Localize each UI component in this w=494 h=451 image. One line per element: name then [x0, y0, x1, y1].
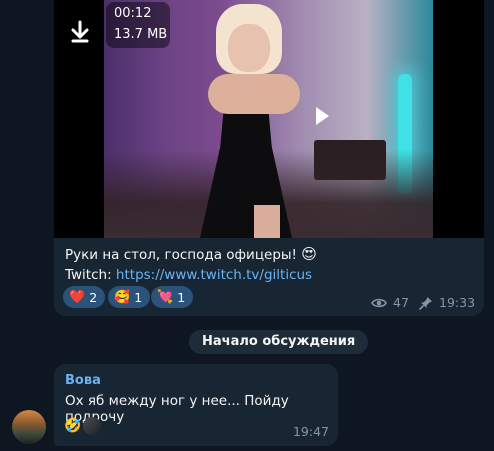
views-count: 47: [393, 295, 409, 310]
discussion-start-label: Начало обсуждения: [189, 330, 369, 354]
twitch-link[interactable]: https://www.twitch.tv/gilticus: [116, 267, 312, 283]
download-arrow-icon[interactable]: [62, 10, 98, 50]
reply-author[interactable]: Вова: [65, 373, 101, 388]
figure-legs: [254, 205, 280, 238]
play-icon[interactable]: [316, 107, 329, 125]
video-player[interactable]: 00:12 13.7 MB: [54, 0, 484, 238]
reaction-count: 1: [134, 289, 143, 305]
reaction-emoji: ❤️: [69, 289, 86, 305]
eye-icon: [371, 298, 387, 307]
reaction-heart[interactable]: ❤️ 2: [63, 286, 106, 308]
reaction-heart-arrow[interactable]: 💘 1: [151, 286, 194, 308]
reactor-avatar: [83, 417, 102, 435]
post-meta-time: 19:33: [419, 295, 475, 310]
caption-line-2: Twitch: https://www.twitch.tv/gilticus: [65, 265, 317, 285]
caption-emoji: 😍: [301, 245, 317, 263]
video-duration: 00:12: [114, 6, 152, 21]
video-size: 13.7 MB: [114, 27, 168, 42]
reply-message: Вова Ох яб между ног у нее... Пойду подр…: [54, 364, 338, 446]
post-caption: Руки на стол, господа офицеры! 😍 Twitch:…: [65, 244, 317, 285]
reaction-emoji: 💘: [157, 289, 174, 305]
post-views: 47: [371, 295, 409, 310]
reaction-count: 1: [177, 289, 186, 305]
figure-face: [228, 24, 270, 72]
post-time: 19:33: [439, 295, 476, 310]
caption-prefix: Twitch:: [65, 267, 116, 283]
pin-icon: [419, 296, 432, 310]
caption-line-1: Руки на стол, господа офицеры! 😍: [65, 244, 317, 265]
reply-reaction[interactable]: 🤣: [64, 417, 102, 435]
reply-time: 19:47: [292, 424, 329, 439]
reaction-emoji: 🥰: [114, 289, 131, 305]
reaction-emoji: 🤣: [64, 418, 82, 434]
avatar[interactable]: [12, 410, 46, 444]
reply-text: Ох яб между ног у нее... Пойду подрочу: [65, 393, 289, 425]
caption-text: Руки на стол, господа офицеры!: [65, 247, 297, 263]
figure-arms: [208, 74, 300, 114]
reaction-count: 2: [89, 289, 98, 305]
channel-post: 00:12 13.7 MB Руки на стол, господа офиц…: [54, 0, 484, 316]
reaction-smiling-hearts[interactable]: 🥰 1: [108, 286, 151, 308]
